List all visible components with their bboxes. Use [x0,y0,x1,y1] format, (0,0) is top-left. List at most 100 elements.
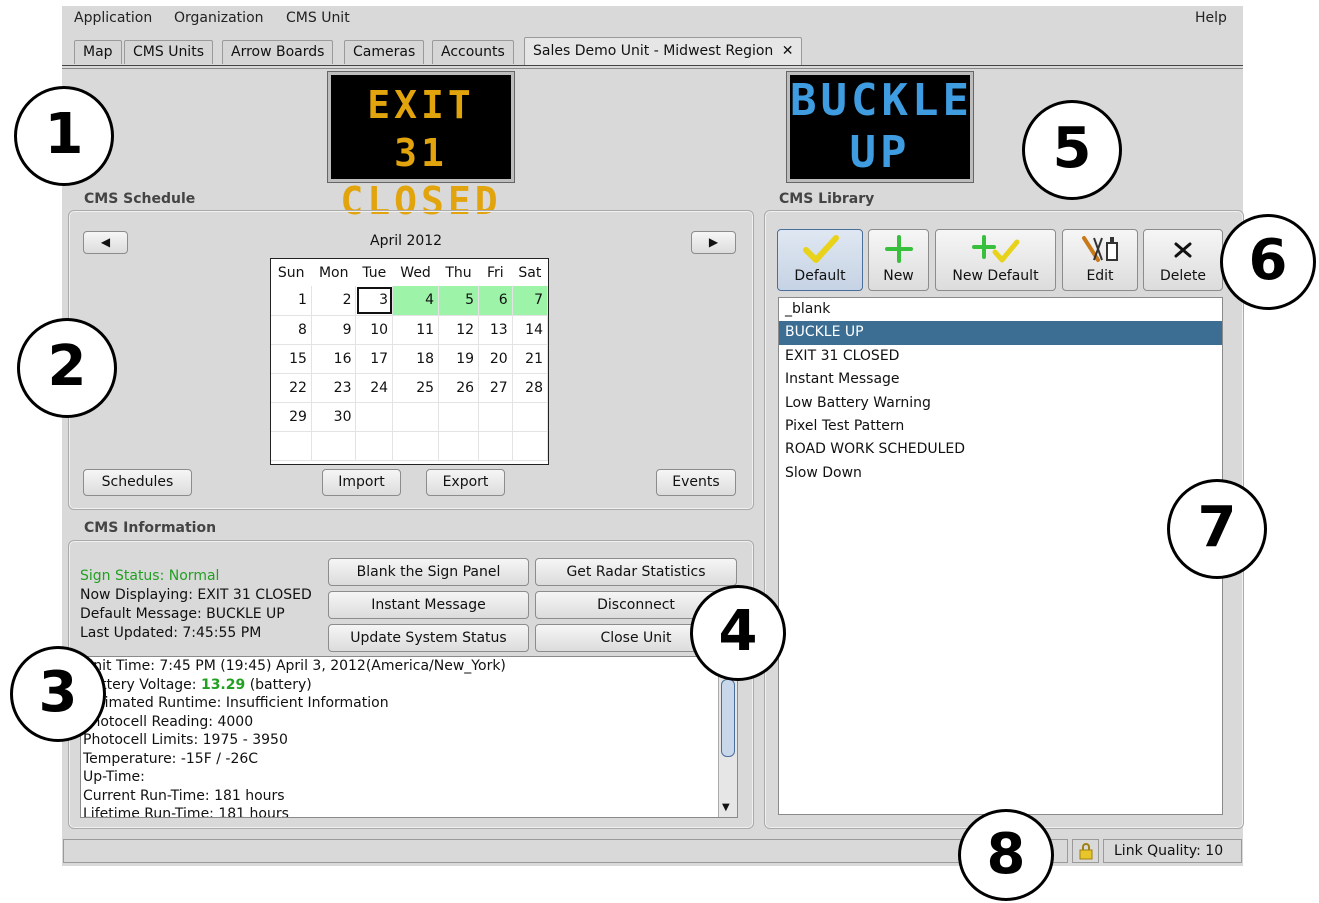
calendar-empty-cell [478,402,513,432]
new-button[interactable]: New [868,229,929,291]
calendar-day[interactable]: 15 [271,344,312,374]
calendar-month: April 2012 [370,233,443,249]
weekday-header: Sun [277,264,305,281]
update-status-button[interactable]: Update System Status [328,624,529,652]
default-button[interactable]: Default [777,229,863,291]
library-item[interactable]: Slow Down [779,462,1222,485]
calendar-day[interactable]: 13 [478,315,513,345]
calendar-day[interactable]: 21 [512,344,549,374]
tab-close-icon[interactable]: ✕ [782,43,794,59]
calendar-day[interactable]: 20 [478,344,513,374]
calendar-day[interactable]: 3 [355,286,394,316]
calendar-day[interactable]: 26 [438,373,480,403]
library-item[interactable]: Low Battery Warning [779,392,1222,415]
scrollbar-thumb[interactable] [721,679,735,757]
calendar-day[interactable]: 27 [478,373,513,403]
unit-info-textarea[interactable]: Unit Time: 7:45 PM (19:45) April 3, 2012… [80,656,738,818]
scrollbar[interactable]: ▼ [718,657,737,817]
weekday-header: Tue [362,264,387,281]
calendar-day[interactable]: 17 [355,344,394,374]
default-message: Default Message: BUCKLE UP [80,606,285,622]
info-line: Unit Time: 7:45 PM (19:45) April 3, 2012… [83,658,506,674]
calendar-day[interactable]: 10 [355,315,394,345]
calendar-empty-cell [311,431,357,461]
library-item[interactable]: EXIT 31 CLOSED [779,345,1222,368]
calendar-empty-cell [392,431,440,461]
new-label: New [883,268,914,284]
library-item[interactable]: ROAD WORK SCHEDULED [779,438,1222,461]
calendar-day[interactable]: 22 [271,373,312,403]
instant-message-button[interactable]: Instant Message [328,591,529,619]
export-button[interactable]: Export [426,469,505,496]
tab-arrow-boards[interactable]: Arrow Boards [222,40,334,64]
calendar-day[interactable]: 8 [271,315,312,345]
calendar-day[interactable]: 6 [478,286,513,316]
tab-accounts[interactable]: Accounts [432,40,514,64]
library-item[interactable]: Instant Message [779,368,1222,391]
calendar-day[interactable]: 9 [311,315,357,345]
info-line: Lifetime Run-Time: 181 hours [83,806,289,818]
calendar-day[interactable]: 30 [311,402,357,432]
weekday-header: Mon [318,264,349,281]
calendar-day[interactable]: 16 [311,344,357,374]
calendar-empty-cell [271,431,312,461]
status-progress [63,839,1068,863]
library-item[interactable]: _blank [779,298,1222,321]
calendar-day[interactable]: 11 [392,315,440,345]
scroll-down-icon[interactable]: ▼ [722,802,730,813]
next-month-button[interactable]: ▶ [691,231,736,254]
tab-cms-units[interactable]: CMS Units [124,40,213,64]
edit-tools-icon [1082,236,1118,262]
callout-6: 6 [1220,214,1316,310]
edit-button[interactable]: Edit [1062,229,1138,291]
delete-button[interactable]: Delete [1143,229,1223,291]
tab-cameras[interactable]: Cameras [344,40,425,64]
calendar-empty-cell [438,402,480,432]
menu-cms-unit[interactable]: CMS Unit [286,10,350,26]
events-button[interactable]: Events [656,469,736,496]
calendar-day[interactable]: 19 [438,344,480,374]
library-title: CMS Library [779,191,875,207]
menu-help[interactable]: Help [1195,10,1227,26]
calendar-empty-cell [355,431,394,461]
calendar-day[interactable]: 23 [311,373,357,403]
info-line: Photocell Reading: 4000 [83,713,254,730]
library-item[interactable]: Pixel Test Pattern [779,415,1222,438]
tab-divider [62,68,1243,69]
radar-statistics-button[interactable]: Get Radar Statistics [535,558,737,586]
schedules-button[interactable]: Schedules [83,469,192,496]
calendar-day[interactable]: 25 [392,373,440,403]
sign-line: UP [849,127,911,178]
calendar-day[interactable]: 7 [512,286,549,316]
tab-sales-demo-unit[interactable]: Sales Demo Unit - Midwest Region ✕ [524,37,803,65]
library-list[interactable]: _blank BUCKLE UP EXIT 31 CLOSED Instant … [778,297,1223,815]
calendar-day[interactable]: 24 [355,373,394,403]
now-displaying: Now Displaying: EXIT 31 CLOSED [80,587,312,603]
weekday-header: Wed [400,264,431,281]
callout-1: 1 [14,86,114,186]
calendar-day[interactable]: 14 [512,315,549,345]
calendar-day[interactable]: 5 [438,286,480,316]
calendar-day[interactable]: 28 [512,373,549,403]
prev-month-button[interactable]: ◀ [83,231,128,254]
library-item-selected[interactable]: BUCKLE UP [779,321,1222,345]
menu-application[interactable]: Application [74,10,152,26]
info-line: Temperature: -15F / -26C [83,750,259,767]
new-default-button[interactable]: New Default [935,229,1056,291]
calendar-day[interactable]: 29 [271,402,312,432]
sign-status: Sign Status: Normal [80,568,220,584]
import-button[interactable]: Import [322,469,401,496]
tab-label: Sales Demo Unit - Midwest Region [533,43,774,59]
calendar-day[interactable]: 18 [392,344,440,374]
plus-check-icon [971,235,1019,263]
calendar-day[interactable]: 12 [438,315,480,345]
edit-label: Edit [1086,268,1114,284]
calendar-empty-cell [512,431,549,461]
blank-sign-button[interactable]: Blank the Sign Panel [328,558,529,586]
info-line: Current Run-Time: 181 hours [83,787,285,804]
menu-organization[interactable]: Organization [174,10,264,26]
calendar-day[interactable]: 2 [311,286,357,316]
calendar-day[interactable]: 1 [271,286,312,316]
calendar-day[interactable]: 4 [392,286,440,316]
tab-map[interactable]: Map [74,40,122,64]
